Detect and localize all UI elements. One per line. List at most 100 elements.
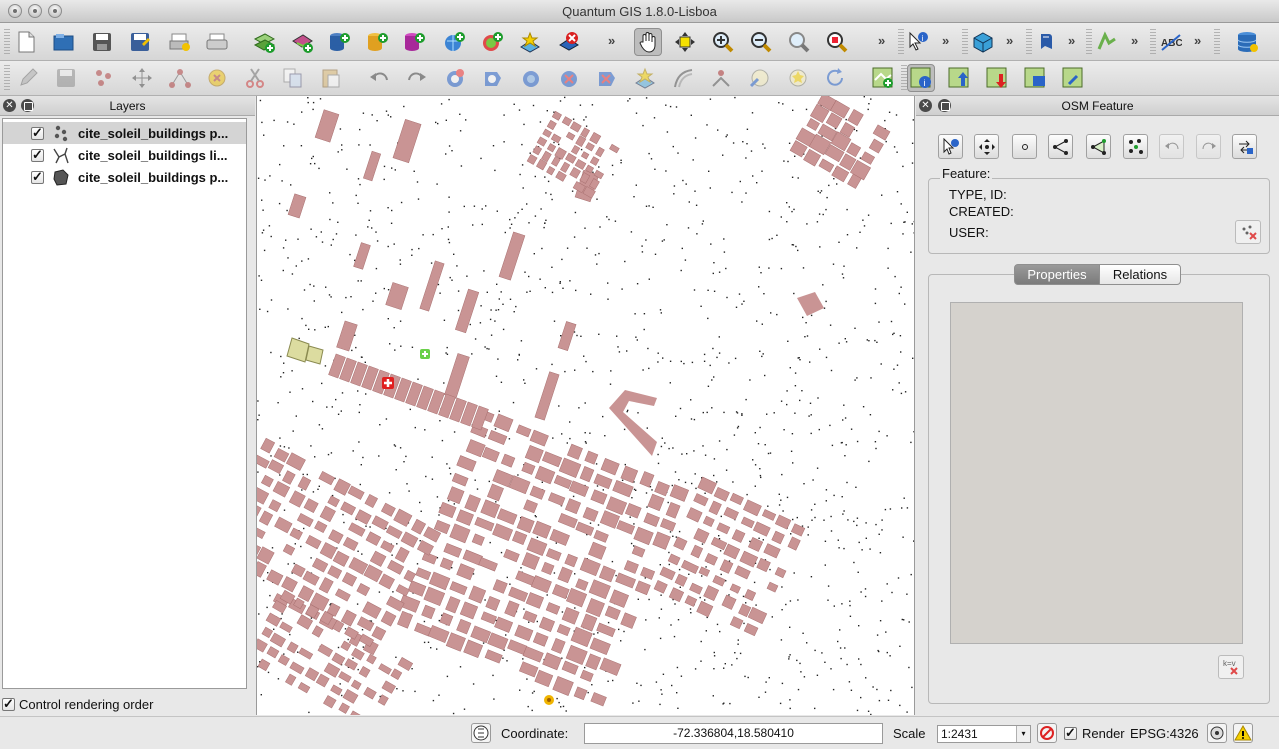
delete-tag-icon[interactable]: k=v [1218, 655, 1244, 679]
close-dock-icon[interactable]: ✕ [3, 99, 16, 112]
float-dock-icon[interactable] [938, 99, 951, 112]
toolbar-grip[interactable] [1214, 29, 1220, 55]
osm-save-icon[interactable] [1021, 64, 1049, 92]
projection-icon[interactable] [1207, 723, 1227, 743]
render-checkbox[interactable] [1064, 725, 1077, 741]
capture-point-icon[interactable] [90, 64, 118, 92]
properties-table[interactable] [950, 302, 1243, 644]
toolbar-grip[interactable] [962, 29, 968, 55]
add-spatialite-layer-icon[interactable] [363, 28, 391, 56]
add-wms-layer-icon[interactable] [440, 28, 468, 56]
toolbar-grip[interactable] [4, 65, 10, 91]
pan-icon[interactable] [634, 28, 662, 56]
toolbar-overflow-icon[interactable]: » [608, 33, 615, 48]
toolbar-grip[interactable] [1150, 29, 1156, 55]
save-project-icon[interactable] [88, 28, 116, 56]
delete-ring-icon[interactable] [555, 64, 583, 92]
osm-create-line-icon[interactable] [1048, 134, 1073, 159]
paste-features-icon[interactable] [317, 64, 345, 92]
add-delimited-text-icon[interactable] [516, 28, 544, 56]
add-ring-icon[interactable] [441, 64, 469, 92]
reshape-icon[interactable] [631, 64, 659, 92]
merge-attributes-icon[interactable] [745, 64, 773, 92]
toolbar-overflow-icon[interactable]: » [1194, 33, 1201, 48]
undo-icon[interactable] [365, 64, 393, 92]
layer-item[interactable]: cite_soleil_buildings p... [3, 166, 246, 188]
split-features-icon[interactable] [707, 64, 735, 92]
node-tool-icon[interactable] [166, 64, 194, 92]
control-rendering-order[interactable]: Control rendering order [2, 696, 153, 712]
save-project-as-icon[interactable] [126, 28, 154, 56]
toolbar-overflow-icon[interactable]: » [942, 33, 949, 48]
remove-layer-icon[interactable] [555, 28, 583, 56]
add-part-icon[interactable] [479, 64, 507, 92]
open-project-icon[interactable] [50, 28, 78, 56]
coordinate-toggle-icon[interactable] [471, 723, 491, 743]
offset-curve-icon[interactable] [669, 64, 697, 92]
osm-redo-icon[interactable] [1196, 134, 1221, 159]
osm-identify-icon[interactable]: i [907, 64, 935, 92]
save-edits-icon[interactable] [52, 64, 80, 92]
cut-features-icon[interactable] [241, 64, 269, 92]
gps-tool-icon[interactable] [969, 28, 997, 56]
osm-add-layer-icon[interactable] [869, 64, 897, 92]
print-icon[interactable] [203, 28, 231, 56]
layer-visibility-checkbox[interactable] [31, 169, 44, 185]
toolbar-overflow-icon[interactable]: » [1068, 33, 1075, 48]
delete-part-icon[interactable] [593, 64, 621, 92]
osm-import-icon[interactable] [1059, 64, 1087, 92]
osm-create-relation-icon[interactable] [1123, 134, 1148, 159]
plugin-tool-icon[interactable] [1093, 28, 1121, 56]
zoom-selection-icon[interactable] [823, 28, 851, 56]
osm-create-polygon-icon[interactable] [1086, 134, 1111, 159]
control-rendering-order-checkbox[interactable] [2, 696, 15, 712]
label-tool-icon[interactable]: ABC [1157, 28, 1185, 56]
remove-feature-icon[interactable] [1235, 220, 1261, 244]
toolbar-overflow-icon[interactable]: » [1131, 33, 1138, 48]
osm-load-icon[interactable] [1032, 28, 1060, 56]
delete-selected-icon[interactable] [203, 64, 231, 92]
zoom-in-icon[interactable] [709, 28, 737, 56]
osm-download-icon[interactable] [983, 64, 1011, 92]
tab-relations[interactable]: Relations [1099, 264, 1181, 285]
layer-visibility-checkbox[interactable] [31, 125, 44, 141]
chevron-down-icon[interactable]: ▾ [1016, 726, 1030, 742]
warning-icon[interactable] [1233, 723, 1253, 743]
add-wfs-layer-icon[interactable] [478, 28, 506, 56]
osm-move-icon[interactable] [974, 134, 999, 159]
osm-identify-feature-icon[interactable] [938, 134, 963, 159]
osm-undo-icon[interactable] [1159, 134, 1184, 159]
layer-item[interactable]: cite_soleil_buildings p... [3, 122, 246, 144]
scale-combobox[interactable]: 1:2431 ▾ [937, 725, 1031, 743]
zoom-full-icon[interactable] [785, 28, 813, 56]
zoom-out-icon[interactable] [747, 28, 775, 56]
crs-label[interactable]: EPSG:4326 [1130, 726, 1199, 741]
toggle-editing-icon[interactable] [14, 64, 42, 92]
layer-item[interactable]: cite_soleil_buildings li... [3, 144, 246, 166]
pan-to-selection-icon[interactable] [671, 28, 699, 56]
add-mssql-layer-icon[interactable] [400, 28, 428, 56]
osm-upload-icon[interactable] [945, 64, 973, 92]
add-vector-layer-icon[interactable] [250, 28, 278, 56]
map-canvas[interactable] [256, 96, 915, 715]
new-project-icon[interactable] [12, 28, 40, 56]
osm-history-icon[interactable] [1232, 134, 1257, 159]
new-print-composer-icon[interactable] [166, 28, 194, 56]
osm-create-point-icon[interactable] [1012, 134, 1037, 159]
rotate-point-icon[interactable] [821, 64, 849, 92]
stop-render-icon[interactable] [1037, 723, 1057, 743]
fill-ring-icon[interactable] [517, 64, 545, 92]
toolbar-grip[interactable] [1086, 29, 1092, 55]
layer-visibility-checkbox[interactable] [31, 147, 44, 163]
toolbar-overflow-icon[interactable]: » [878, 33, 885, 48]
float-dock-icon[interactable] [21, 99, 34, 112]
add-postgis-layer-icon[interactable] [325, 28, 353, 56]
move-feature-icon[interactable] [128, 64, 156, 92]
merge-features-icon[interactable] [783, 64, 811, 92]
redo-icon[interactable] [403, 64, 431, 92]
add-raster-layer-icon[interactable] [288, 28, 316, 56]
copy-features-icon[interactable] [279, 64, 307, 92]
tab-properties[interactable]: Properties [1014, 264, 1100, 285]
close-dock-icon[interactable]: ✕ [919, 99, 932, 112]
coordinate-field[interactable]: -72.336804,18.580410 [584, 723, 883, 744]
